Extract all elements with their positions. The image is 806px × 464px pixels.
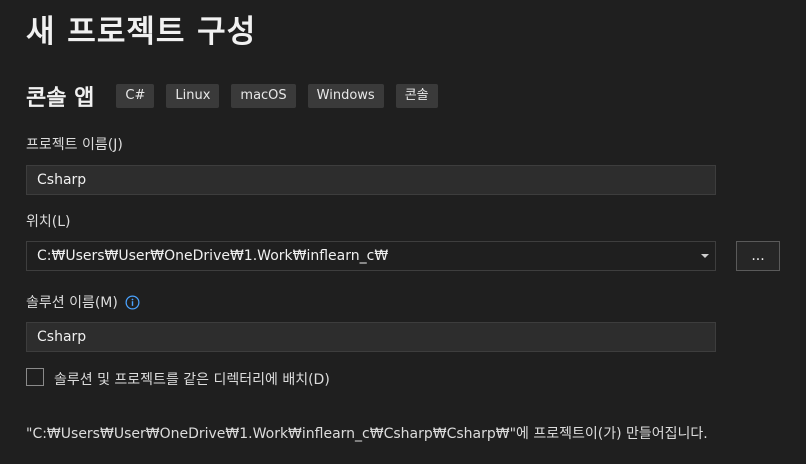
- project-name-input[interactable]: Csharp: [26, 165, 716, 195]
- tag-csharp: C#: [116, 84, 155, 108]
- template-tags: C# Linux macOS Windows 콘솔: [116, 84, 449, 108]
- tag-console: 콘솔: [395, 84, 438, 108]
- tag-macos: macOS: [231, 84, 296, 108]
- configure-project-dialog: 새 프로젝트 구성 콘솔 앱 C# Linux macOS Windows 콘솔…: [0, 0, 806, 464]
- browse-button[interactable]: ...: [736, 241, 780, 271]
- template-name: 콘솔 앱: [26, 86, 95, 111]
- same-directory-label: 솔루션 및 프로젝트를 같은 디렉터리에 배치(D): [54, 372, 330, 388]
- location-value: C:₩Users₩User₩OneDrive₩1.Work₩inflearn_c…: [37, 248, 389, 264]
- location-label: 위치(L): [26, 214, 71, 230]
- solution-name-label: 솔루션 이름(M): [26, 295, 118, 311]
- project-name-label: 프로젝트 이름(J): [26, 137, 123, 153]
- chevron-down-icon[interactable]: [701, 254, 709, 258]
- location-combobox[interactable]: C:₩Users₩User₩OneDrive₩1.Work₩inflearn_c…: [26, 241, 716, 271]
- tag-windows: Windows: [307, 84, 384, 108]
- solution-name-input[interactable]: Csharp: [26, 322, 716, 352]
- page-title: 새 프로젝트 구성: [26, 14, 257, 50]
- tag-linux: Linux: [166, 84, 220, 108]
- template-header: 콘솔 앱 C# Linux macOS Windows 콘솔: [26, 80, 450, 112]
- same-directory-checkbox[interactable]: [26, 368, 44, 386]
- info-icon[interactable]: [125, 295, 140, 310]
- solution-name-label-row: 솔루션 이름(M): [26, 292, 140, 312]
- project-path-summary: "C:₩Users₩User₩OneDrive₩1.Work₩inflearn_…: [26, 426, 708, 442]
